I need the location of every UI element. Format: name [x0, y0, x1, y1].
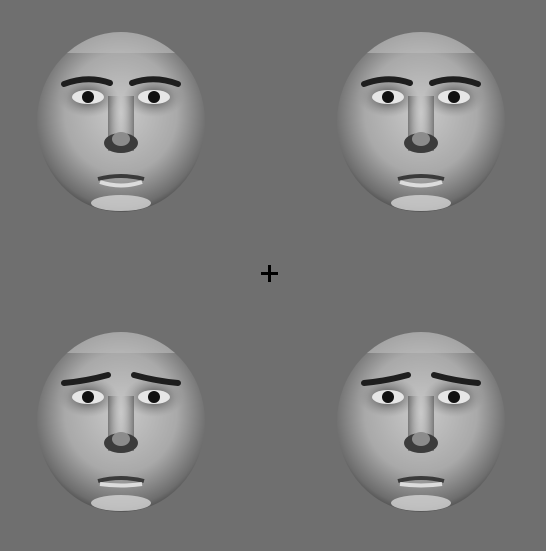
fixation-cross-icon: [261, 265, 278, 282]
fixation-cross-vertical: [268, 265, 271, 282]
face-stimulus-top-left: [36, 31, 206, 213]
stimulus-display: [0, 0, 546, 551]
face-stimulus-bottom-left: [36, 331, 206, 513]
face-stimulus-top-right: [336, 31, 506, 213]
face-stimulus-bottom-right: [336, 331, 506, 513]
